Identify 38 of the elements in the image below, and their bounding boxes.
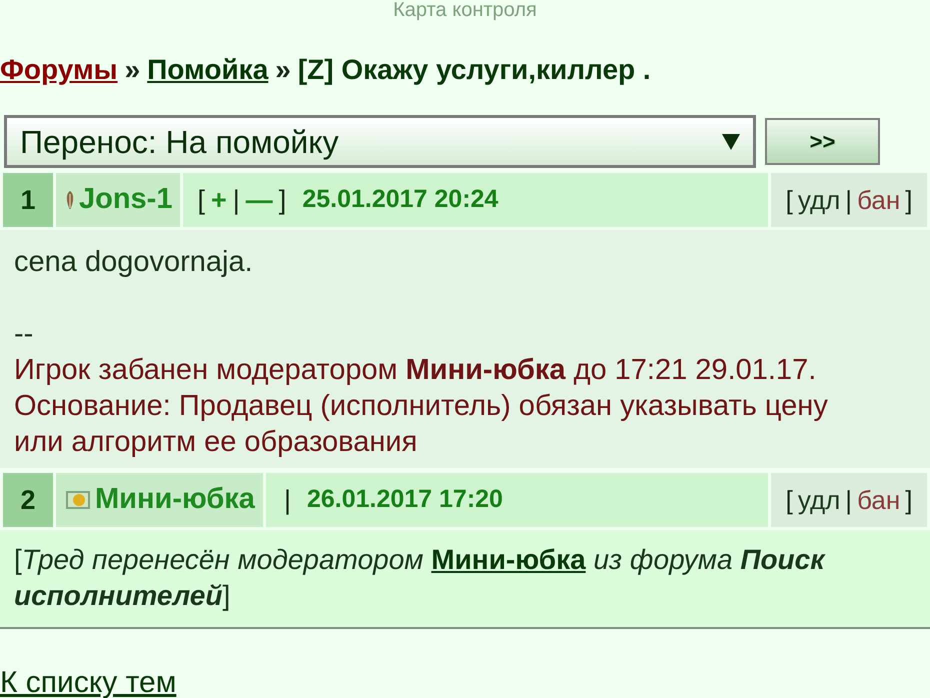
separator-text: | (232, 184, 240, 217)
caret-icon (722, 134, 740, 150)
delete-link[interactable]: удл (798, 180, 840, 220)
message-text: cena dogovornaja. (14, 245, 254, 280)
signature-separator: -- (14, 317, 34, 352)
top-caption: Карта контроля (392, 0, 538, 20)
post-number: 1 (3, 173, 53, 227)
bracket-text: ] (278, 184, 286, 217)
avatar-icon (66, 491, 90, 509)
bracket-text: ] (905, 484, 912, 516)
moderator-link[interactable]: Мини-юбка (431, 544, 586, 575)
bracket-text: [ (786, 484, 793, 516)
submit-button[interactable]: >> (765, 118, 880, 165)
ban-link[interactable]: бан (857, 180, 900, 220)
feather-icon (66, 191, 74, 209)
breadcrumb-separator: » (275, 54, 291, 85)
bracket-text: ] (905, 184, 912, 216)
post-date: 26.01.2017 17:20 (306, 484, 503, 516)
breadcrumb-link[interactable]: Помойка (147, 54, 268, 85)
bracket-text: [ (786, 184, 793, 216)
bracket-text: [ (197, 184, 205, 217)
breadcrumb-link[interactable]: Форумы (0, 54, 118, 85)
move-dropdown[interactable]: Перенос: На помойку (4, 115, 756, 168)
breadcrumb-separator: » (124, 54, 140, 85)
ban-link[interactable]: бан (857, 480, 900, 520)
transfer-notice: [Тред перенесён модератором Мини-юбка из форума Поиск исполнителей] (14, 543, 826, 613)
ban-reason: Основание: Продавец (исполнитель) обязан указывать цену или алгоритм ее образования (14, 389, 829, 460)
vote-up-link[interactable]: + (211, 180, 227, 220)
post-date: 25.01.2017 20:24 (302, 184, 498, 216)
post-number: 2 (3, 473, 53, 527)
thread-title: [Z] Окажу услуги,киллер . (298, 54, 651, 85)
delete-link[interactable]: удл (798, 480, 840, 520)
separator-text: | (845, 184, 852, 216)
ban-notice: Игрок забанен модератором Мини-юбка до 17:21 29.01.17. (14, 353, 818, 388)
vote-down-link[interactable]: — (246, 180, 273, 220)
back-to-topics-link[interactable]: К списку тем (0, 669, 176, 697)
separator-text: | (845, 484, 852, 516)
separator-text: | (284, 484, 291, 517)
